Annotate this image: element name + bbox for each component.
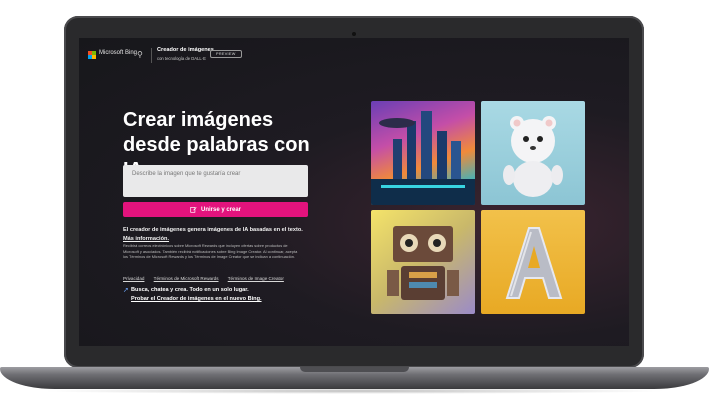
laptop-screen: Microsoft Bing ⚲ Creador de imágenes con… [79,38,629,346]
letter-a-balloon-image [481,210,585,314]
app-title[interactable]: Creador de imágenes [157,47,214,53]
legal-text: Recibirá correos electrónicos sobre Micr… [123,243,298,259]
image-creator-terms-link[interactable]: Términos de Image Creator [228,276,284,281]
header-divider [151,48,152,63]
app-subtitle: con tecnología de DALL·E [157,56,206,61]
rewards-terms-link[interactable]: Términos de Microsoft Rewards [154,276,219,281]
sparkle-icon: ➚ [123,287,129,294]
prompt-placeholder: Describe la imagen que te gustaría crear [132,171,241,177]
laptop-hinge-notch [300,367,409,372]
polar-bear-image [481,101,585,205]
microsoft-logo-icon [88,51,96,59]
laptop-shadow [40,388,669,394]
brand-name[interactable]: Microsoft Bing [99,50,137,56]
join-and-create-button[interactable]: Unirse y crear [123,202,308,217]
robot-image [371,210,475,314]
join-button-label: Unirse y crear [200,206,242,213]
description: El creador de imágenes genera imágenes d… [123,226,313,243]
laptop-camera [352,32,356,36]
description-text: El creador de imágenes genera imágenes d… [123,227,303,233]
try-new-bing-link[interactable]: Probar el Creador de imágenes en el nuev… [131,296,262,302]
top-bar: Microsoft Bing ⚲ Creador de imágenes con… [79,38,629,72]
create-icon [190,207,197,213]
more-info-link[interactable]: Más información. [123,236,169,242]
futuristic-city-image [371,101,475,205]
prompt-input[interactable] [123,165,308,197]
privacy-link[interactable]: Privacidad [123,276,144,281]
search-icon[interactable]: ⚲ [137,50,143,59]
preview-badge: PREVIEW [210,50,242,58]
promo-headline: Busca, chatea y crea. Todo en un solo lu… [131,287,249,293]
footer-links: Privacidad Términos de Microsoft Rewards… [123,276,292,281]
